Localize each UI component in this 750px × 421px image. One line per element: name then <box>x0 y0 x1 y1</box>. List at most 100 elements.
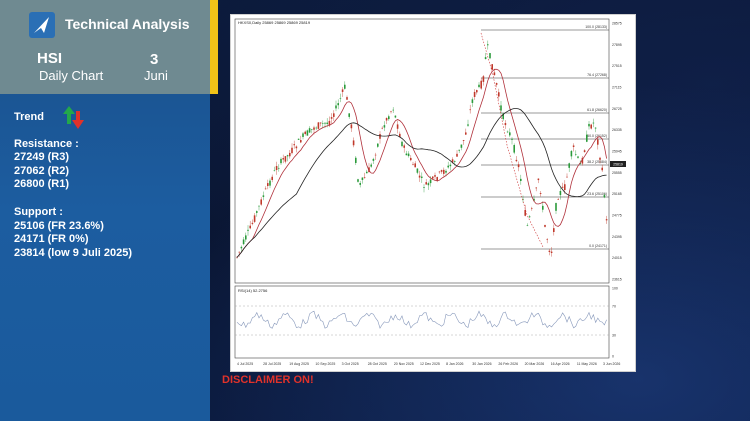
candle-body <box>559 190 562 196</box>
candle-body <box>249 225 251 229</box>
candle-body <box>493 72 496 76</box>
price-chart: HKXS0,Daily 25869 25869 25869 25819 RSI(… <box>234 18 626 366</box>
candle-body <box>267 183 269 187</box>
candle-body <box>520 178 522 181</box>
candle-body <box>251 222 254 224</box>
time-tick-label: 10 Sep 2025 <box>315 362 335 366</box>
candle-body <box>553 228 555 232</box>
candle-body <box>458 149 460 151</box>
candle-body <box>500 105 502 111</box>
candle-body <box>366 171 368 174</box>
candle-body <box>315 127 317 129</box>
candle-body <box>471 99 474 103</box>
candle-body <box>506 131 509 133</box>
candle-body <box>339 98 342 99</box>
candle-body <box>462 140 465 141</box>
candle-body <box>583 150 586 152</box>
candle-body <box>434 175 436 177</box>
rsi-tick-label: 70 <box>612 305 616 309</box>
candle-body <box>357 179 359 182</box>
fib-label-61: 61.8 (26620) <box>587 108 607 112</box>
candle-body <box>489 53 491 59</box>
candle-body <box>535 187 537 189</box>
candle-body <box>603 195 606 198</box>
candle-body <box>588 123 590 127</box>
candle-body <box>445 170 447 173</box>
time-axis: 4 Jul 2025 28 Jul 2025 19 Aug 2025 10 Sep 2… <box>237 362 620 366</box>
rsi-tick-label: 0 <box>612 355 614 359</box>
support-fr0: 24171 (FR 0%) <box>14 233 89 245</box>
candle-body <box>256 211 258 213</box>
candle-body <box>282 158 284 160</box>
candle-body <box>385 118 388 121</box>
candle-body <box>456 153 458 157</box>
candle-body <box>284 156 287 162</box>
header-title: Technical Analysis <box>65 16 190 32</box>
rsi-tick-label: 30 <box>612 334 616 338</box>
candle-body <box>379 134 381 139</box>
candle-body <box>594 127 597 129</box>
candle-body <box>425 182 427 185</box>
candle-body <box>542 205 544 210</box>
disclaimer: DISCLAIMER ON! <box>222 374 314 386</box>
candle-body <box>240 246 243 249</box>
date-day: 3 <box>150 51 159 68</box>
candle-body <box>599 157 601 160</box>
rsi-tick-label: 100 <box>612 287 618 291</box>
candle-body <box>572 145 575 147</box>
candle-body <box>392 109 394 111</box>
candle-body <box>388 116 390 120</box>
candle-body <box>410 157 412 161</box>
candle-body <box>491 64 493 70</box>
price-tick-label: 24015 <box>612 256 622 260</box>
candle-body <box>443 169 445 174</box>
price-tick-label: 24775 <box>612 214 622 218</box>
time-tick-label: 3 Oct 2025 <box>342 362 359 366</box>
candle-body <box>513 145 515 153</box>
candle-body <box>381 127 383 129</box>
resistance-r3: 27249 (R3) <box>14 151 70 163</box>
candle-body <box>374 154 377 156</box>
time-tick-label: 8 Jan 2026 <box>446 362 463 366</box>
candle-body <box>238 251 240 253</box>
accent-bar <box>210 0 218 94</box>
candle-body <box>264 188 267 190</box>
candle-body <box>605 219 608 221</box>
support-low: 23814 (low 9 Juli 2025) <box>14 247 133 259</box>
candle-body <box>333 113 335 117</box>
candle-body <box>335 105 337 109</box>
price-tick-label: 26725 <box>612 107 622 111</box>
candle-body <box>561 186 564 188</box>
candle-body <box>473 91 476 97</box>
rsi-label: RSI(14) 52.2756 <box>238 288 268 293</box>
candle-body <box>511 138 513 140</box>
candle-body <box>531 208 533 209</box>
candle-body <box>484 57 487 60</box>
price-tick-label: 23615 <box>612 278 622 282</box>
time-tick-label: 11 May 2026 <box>577 362 597 366</box>
candle-body <box>348 113 350 117</box>
candle-body <box>363 177 366 179</box>
candle-body <box>280 158 282 164</box>
price-tick-label: 25945 <box>612 150 622 154</box>
candle-body <box>487 44 489 46</box>
candle-body <box>245 235 247 240</box>
price-tick-label: 25555 <box>612 171 622 175</box>
candle-body <box>495 83 498 85</box>
fib-label-0: 0.0 (24171) <box>589 244 607 248</box>
candle-body <box>300 140 302 143</box>
candle-body <box>515 159 518 162</box>
candle-body <box>271 176 273 180</box>
price-tick-label: 28575 <box>612 22 622 26</box>
candle-body <box>394 115 397 118</box>
candle-body <box>586 134 588 142</box>
price-tick-label: 27895 <box>612 43 622 47</box>
chart-screenshot: HKXS0,Daily 25869 25869 25869 25819 RSI(… <box>230 14 636 372</box>
candle-body <box>326 122 328 124</box>
candle-body <box>467 124 469 126</box>
candle-body <box>311 128 313 130</box>
chart-caption: HKXS0,Daily 25869 25869 25869 25819 <box>238 20 311 25</box>
candle-body <box>454 161 456 162</box>
candle-body <box>407 153 410 157</box>
candle-body <box>253 215 256 222</box>
